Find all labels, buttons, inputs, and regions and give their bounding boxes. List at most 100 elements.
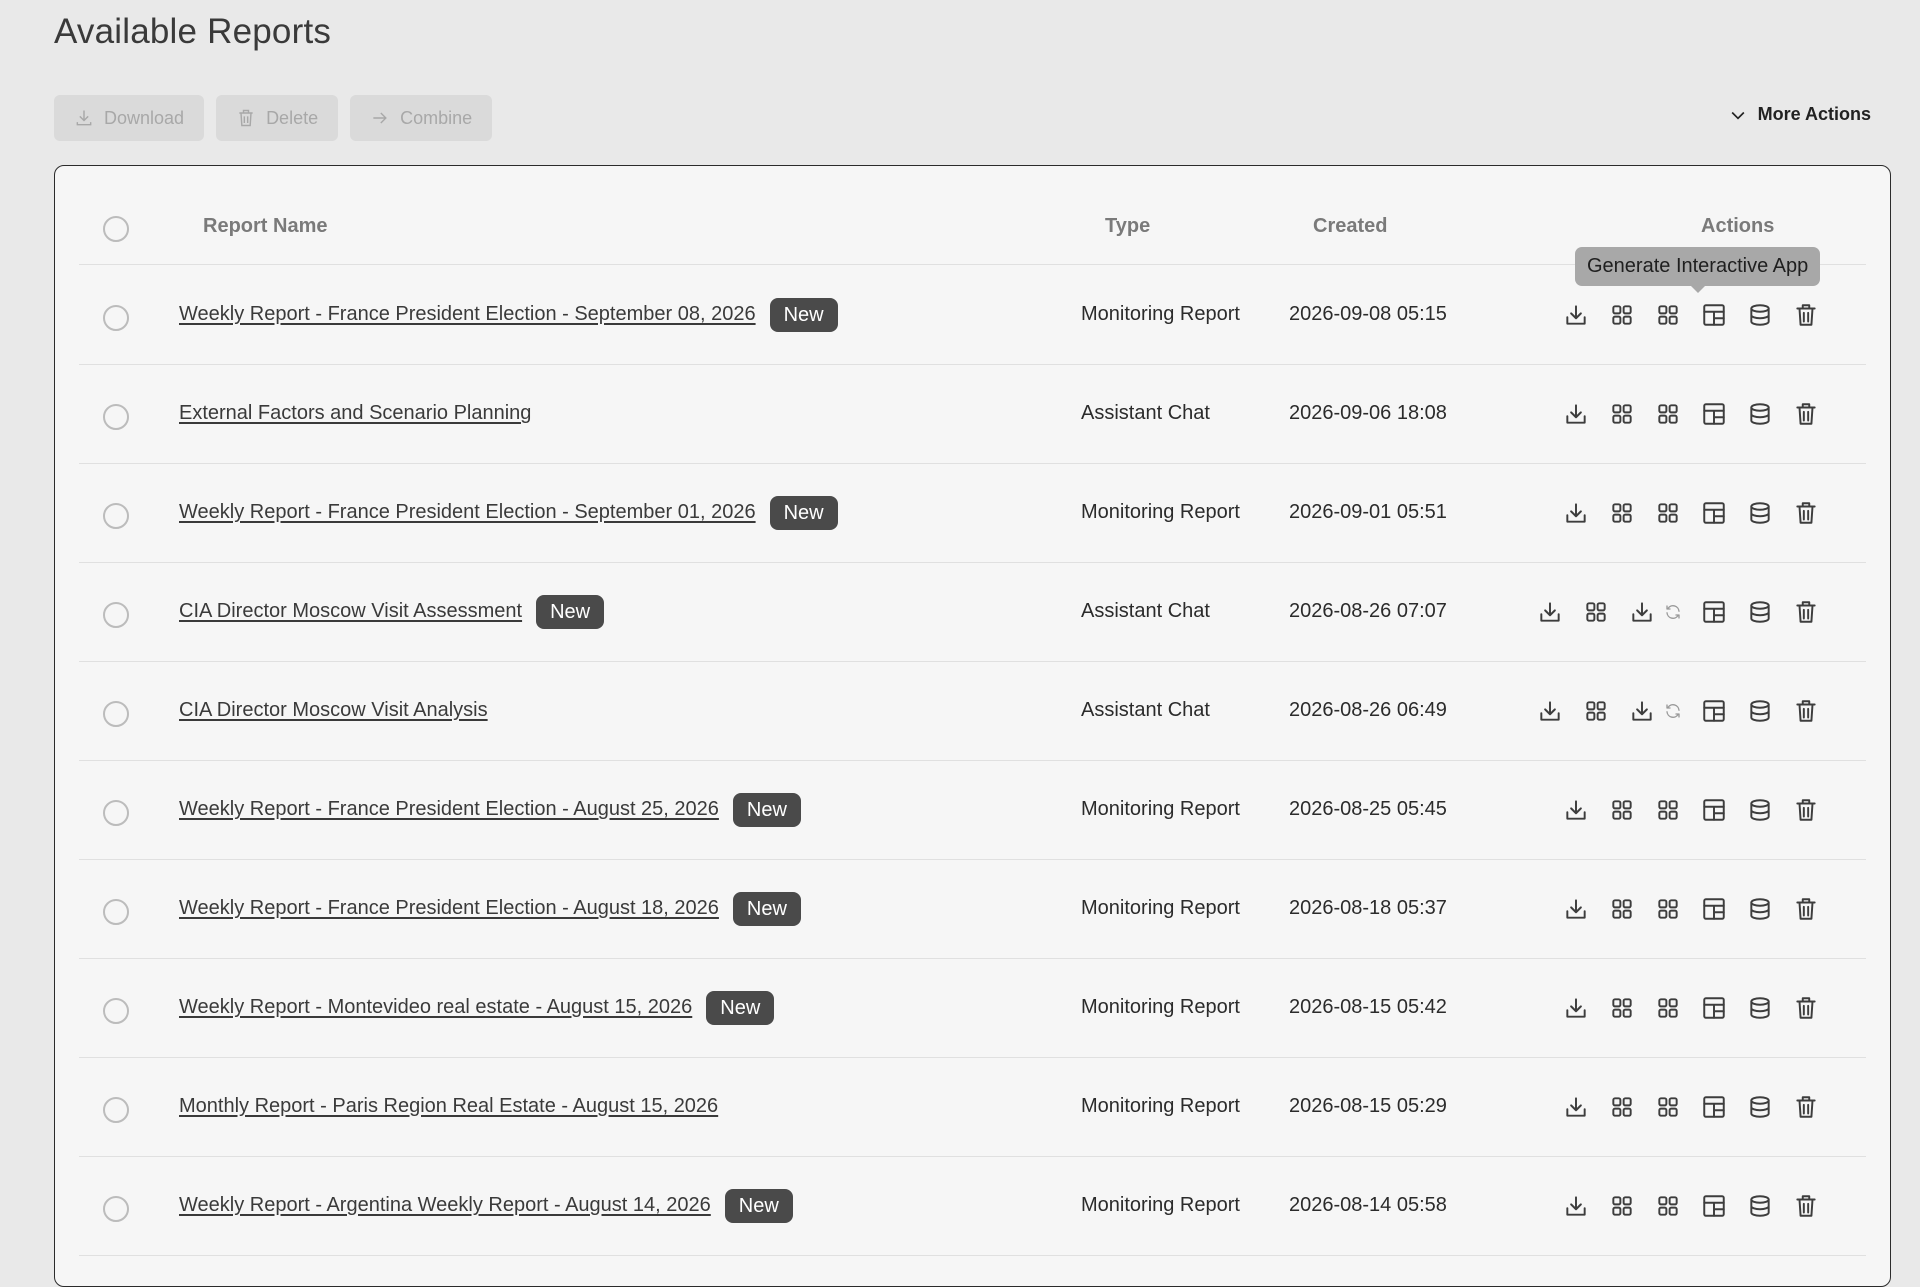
report-name-cell: Weekly Report - France President Electio… [179, 760, 801, 859]
database-icon[interactable] [1746, 796, 1774, 824]
trash-icon[interactable] [1792, 994, 1820, 1022]
trash-icon[interactable] [1792, 1093, 1820, 1121]
report-link[interactable]: CIA Director Moscow Visit Assessment [179, 600, 522, 623]
grid-icon[interactable] [1654, 1192, 1682, 1220]
grid-icon[interactable] [1608, 895, 1636, 923]
database-icon[interactable] [1746, 400, 1774, 428]
report-type: Assistant Chat [1081, 402, 1210, 424]
sync-icon[interactable] [1664, 598, 1682, 626]
database-icon[interactable] [1746, 598, 1774, 626]
grid-icon[interactable] [1654, 400, 1682, 428]
select-all-checkbox[interactable] [103, 216, 129, 242]
trash-icon[interactable] [1792, 301, 1820, 329]
layout-icon[interactable] [1700, 598, 1728, 626]
report-link[interactable]: CIA Director Moscow Visit Analysis [179, 699, 488, 722]
row-checkbox[interactable] [103, 404, 129, 430]
grid-icon[interactable] [1582, 598, 1610, 626]
report-link[interactable]: Weekly Report - France President Electio… [179, 798, 719, 821]
layout-icon[interactable] [1700, 301, 1728, 329]
download-icon[interactable] [1536, 598, 1564, 626]
grid-icon[interactable] [1654, 895, 1682, 923]
report-link[interactable]: Weekly Report - France President Electio… [179, 897, 719, 920]
download-icon[interactable] [1562, 895, 1590, 923]
grid-icon[interactable] [1654, 1093, 1682, 1121]
layout-icon[interactable] [1700, 994, 1728, 1022]
database-icon[interactable] [1746, 697, 1774, 725]
more-actions-button[interactable]: More Actions [1728, 104, 1871, 125]
database-icon[interactable] [1746, 1192, 1774, 1220]
layout-icon[interactable] [1700, 1192, 1728, 1220]
database-icon[interactable] [1746, 499, 1774, 527]
trash-icon[interactable] [1792, 499, 1820, 527]
grid-icon[interactable] [1654, 796, 1682, 824]
grid-icon[interactable] [1608, 1093, 1636, 1121]
download-icon[interactable] [1536, 697, 1564, 725]
grid-icon[interactable] [1654, 301, 1682, 329]
download-icon[interactable] [1628, 598, 1656, 626]
download-icon[interactable] [1562, 1093, 1590, 1121]
row-checkbox[interactable] [103, 503, 129, 529]
new-badge: New [769, 297, 838, 332]
grid-icon[interactable] [1608, 994, 1636, 1022]
grid-icon[interactable] [1582, 697, 1610, 725]
grid-icon[interactable] [1608, 1192, 1636, 1220]
layout-icon[interactable] [1700, 895, 1728, 923]
report-link[interactable]: External Factors and Scenario Planning [179, 402, 531, 425]
row-checkbox[interactable] [103, 800, 129, 826]
trash-icon[interactable] [1792, 895, 1820, 923]
row-actions [1562, 760, 1820, 859]
trash-icon[interactable] [1792, 796, 1820, 824]
header-report-name: Report Name [203, 215, 328, 237]
download-icon[interactable] [1628, 697, 1656, 725]
grid-icon[interactable] [1608, 499, 1636, 527]
report-name-cell: External Factors and Scenario Planning [179, 364, 531, 463]
download-icon[interactable] [1562, 796, 1590, 824]
download-icon[interactable] [1562, 400, 1590, 428]
delete-button[interactable]: Delete [216, 95, 339, 141]
table-row: CIA Director Moscow Visit Analysis Assist… [79, 661, 1866, 761]
row-checkbox[interactable] [103, 1097, 129, 1123]
layout-icon[interactable] [1700, 796, 1728, 824]
grid-icon[interactable] [1608, 301, 1636, 329]
report-link[interactable]: Monthly Report - Paris Region Real Estat… [179, 1095, 718, 1118]
layout-icon[interactable] [1700, 1093, 1728, 1121]
download-icon[interactable] [1562, 499, 1590, 527]
layout-icon[interactable] [1700, 697, 1728, 725]
grid-icon[interactable] [1608, 400, 1636, 428]
download-icon[interactable] [1562, 994, 1590, 1022]
more-actions-label: More Actions [1757, 104, 1871, 124]
database-icon[interactable] [1746, 301, 1774, 329]
database-icon[interactable] [1746, 994, 1774, 1022]
combine-button[interactable]: Combine [350, 95, 493, 141]
report-link[interactable]: Weekly Report - France President Electio… [179, 303, 756, 326]
report-created: 2026-08-26 07:07 [1289, 600, 1447, 622]
report-link[interactable]: Weekly Report - Argentina Weekly Report … [179, 1194, 711, 1217]
trash-icon[interactable] [1792, 1192, 1820, 1220]
database-icon[interactable] [1746, 1093, 1774, 1121]
row-checkbox[interactable] [103, 899, 129, 925]
grid-icon[interactable] [1654, 499, 1682, 527]
row-checkbox[interactable] [103, 701, 129, 727]
download-icon[interactable] [1562, 1192, 1590, 1220]
trash-icon[interactable] [1792, 697, 1820, 725]
header-created: Created [1313, 215, 1388, 237]
report-link[interactable]: Weekly Report - France President Electio… [179, 501, 756, 524]
row-checkbox[interactable] [103, 602, 129, 628]
row-checkbox[interactable] [103, 998, 129, 1024]
trash-icon[interactable] [1792, 400, 1820, 428]
row-checkbox[interactable] [103, 305, 129, 331]
grid-icon[interactable] [1608, 796, 1636, 824]
row-checkbox[interactable] [103, 1196, 129, 1222]
report-name-cell: Weekly Report - Montevideo real estate -… [179, 958, 775, 1057]
trash-icon[interactable] [1792, 598, 1820, 626]
row-actions [1562, 859, 1820, 958]
grid-icon[interactable] [1654, 994, 1682, 1022]
download-button[interactable]: Download [54, 95, 205, 141]
sync-icon[interactable] [1664, 697, 1682, 725]
report-link[interactable]: Weekly Report - Montevideo real estate -… [179, 996, 692, 1019]
database-icon[interactable] [1746, 895, 1774, 923]
layout-icon[interactable] [1700, 499, 1728, 527]
download-icon[interactable] [1562, 301, 1590, 329]
report-name-cell: Weekly Report - France President Electio… [179, 859, 801, 958]
layout-icon[interactable] [1700, 400, 1728, 428]
